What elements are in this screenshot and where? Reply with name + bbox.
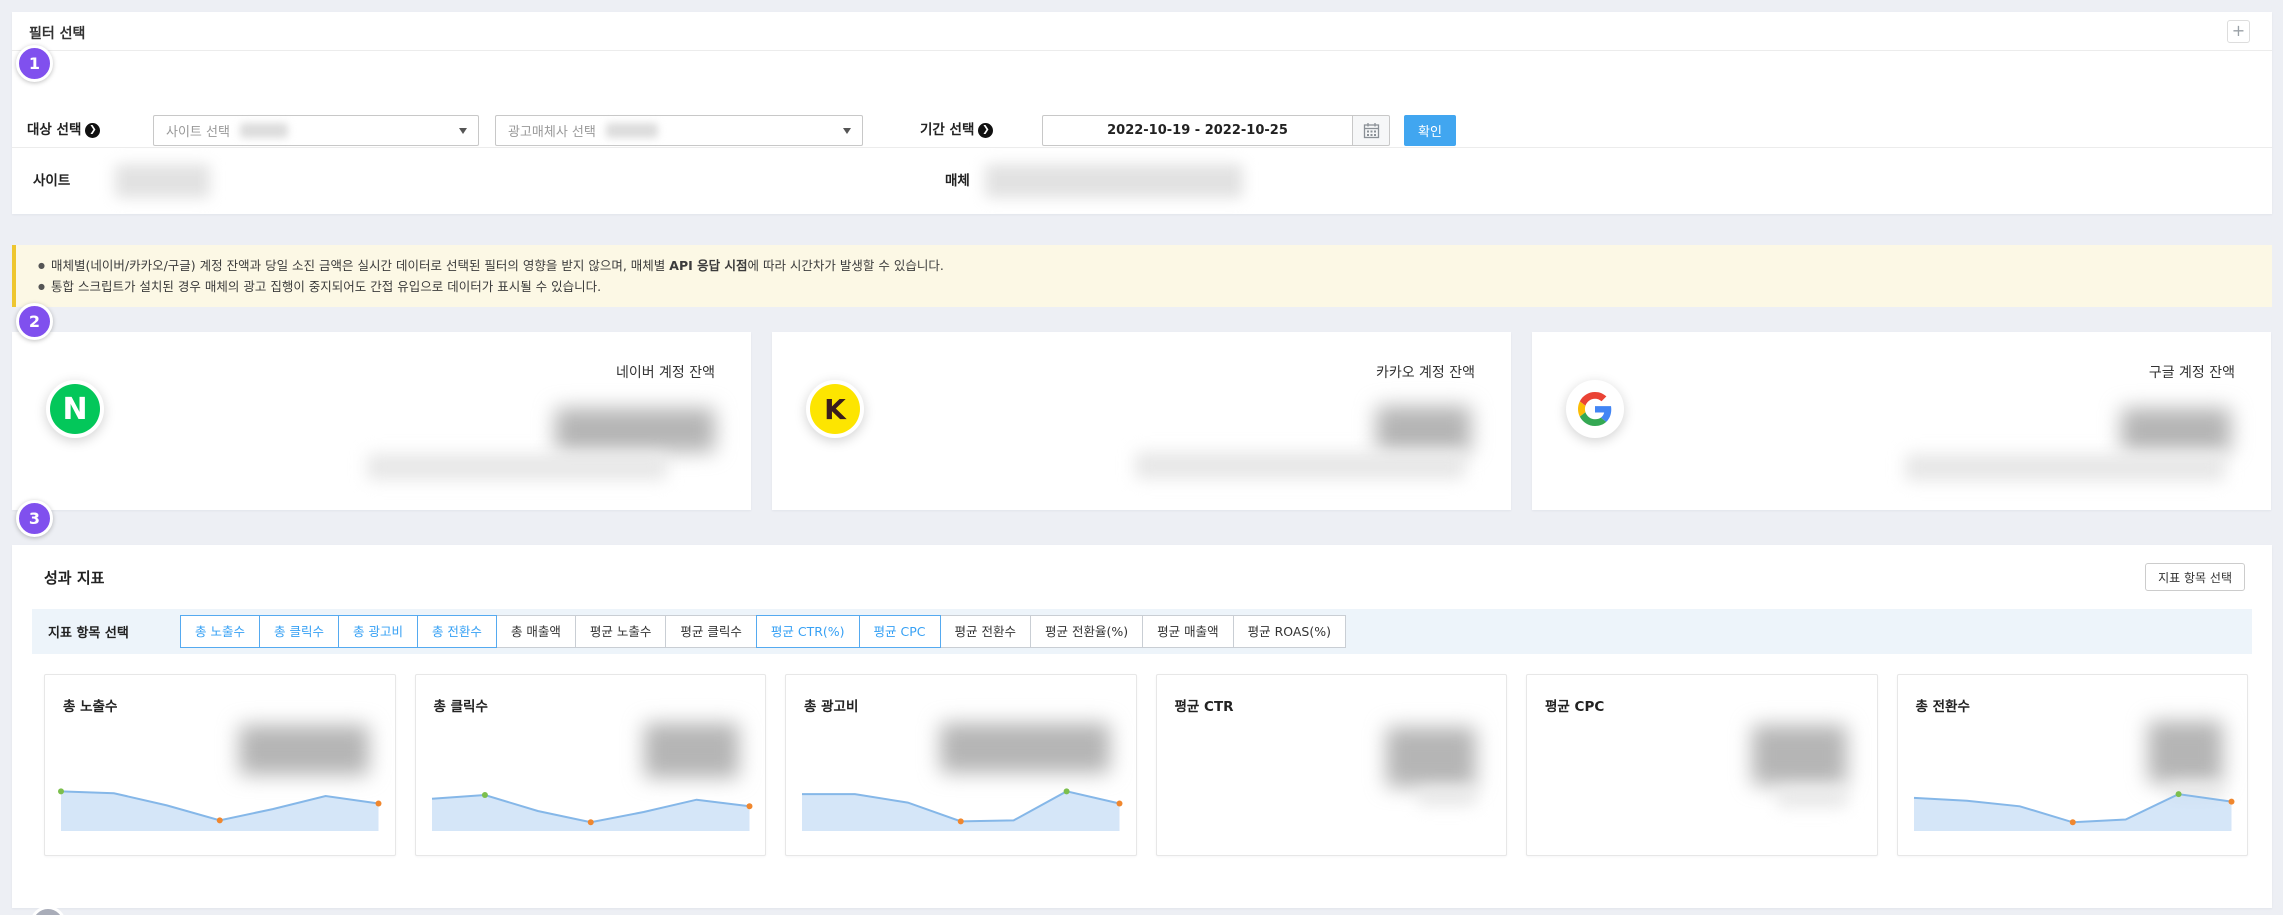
metric-chip-0[interactable]: 총 노출수 — [180, 615, 260, 648]
notice-line-1: ● 매체별(네이버/카카오/구글) 계정 잔액과 당일 소진 금액은 실시간 데이… — [38, 258, 944, 273]
calendar-icon — [1363, 123, 1379, 139]
ad-media-select-dropdown[interactable]: 광고매체사 선택 — [495, 115, 863, 146]
google-g-icon — [1578, 392, 1612, 426]
filter-panel: 필터 선택 + 대상 선택 ❯ 사이트 선택 광고매체사 선택 기간 선택 ❯ — [12, 12, 2272, 214]
sparkline-chart — [431, 775, 752, 833]
chevron-circle-icon: ❯ — [85, 123, 101, 138]
metric-chip-11[interactable]: 평균 매출액 — [1142, 615, 1234, 648]
step-1-badge: 1 — [16, 45, 53, 82]
filter-panel-title: 필터 선택 — [29, 26, 86, 42]
metric-card-row: 총 노출수 총 클릭수 총 광고비 평균 CTR 평균 CPC 총 전환수 — [44, 674, 2248, 856]
redacted-media-value — [605, 123, 658, 138]
filter-row-selects: 대상 선택 ❯ 사이트 선택 광고매체사 선택 기간 선택 ❯ 2022-10-… — [12, 51, 2272, 148]
period-select-label: 기간 선택 ❯ — [920, 115, 994, 146]
chevron-down-icon — [843, 128, 851, 134]
bullet-icon: ● — [38, 282, 45, 291]
redacted-metric-value — [939, 723, 1110, 773]
redacted-balance-detail — [367, 454, 667, 480]
metric-chips-label: 지표 항목 선택 — [48, 626, 129, 641]
metric-chip-8[interactable]: 평균 CPC — [858, 615, 941, 648]
site-label: 사이트 — [33, 173, 71, 189]
target-select-label: 대상 선택 ❯ — [27, 115, 101, 146]
sparkline-chart — [802, 775, 1123, 833]
redacted-metric-detail — [1776, 789, 1847, 807]
redacted-balance-amount — [1376, 406, 1471, 452]
confirm-button[interactable]: 확인 — [1404, 115, 1456, 146]
redacted-balance-amount — [555, 408, 715, 452]
metric-chip-strip: 지표 항목 선택 총 노출수 총 클릭수 총 광고비 총 전환수 총 매출액 평균 노출수… — [32, 609, 2252, 654]
naver-balance-title: 네이버 계정 잔액 — [615, 365, 715, 381]
naver-logo: N — [46, 380, 104, 438]
redacted-metric-value — [238, 725, 369, 775]
filter-row-selected: 사이트 매체 — [12, 148, 2272, 214]
metric-card-conversions: 총 전환수 — [1896, 674, 2248, 856]
metric-chip-5[interactable]: 평균 노출수 — [574, 615, 667, 648]
kakao-balance-card: K 카카오 계정 잔액 — [772, 332, 1511, 510]
bullet-icon: ● — [38, 261, 45, 270]
metric-chip-1[interactable]: 총 클릭수 — [258, 615, 339, 648]
filter-panel-header: 필터 선택 + — [12, 12, 2272, 51]
redacted-site-value — [239, 123, 288, 138]
metric-chip-9[interactable]: 평균 전환수 — [939, 615, 1031, 648]
metric-card-clicks: 총 클릭수 — [414, 674, 766, 856]
redacted-metric-detail — [1418, 789, 1476, 805]
redacted-balance-detail — [1905, 454, 2225, 481]
performance-panel: 성과 지표 지표 항목 선택 지표 항목 선택 총 노출수 총 클릭수 총 광고비 총… — [12, 545, 2272, 908]
metric-select-button[interactable]: 지표 항목 선택 — [2145, 563, 2245, 591]
kakao-logo: K — [806, 380, 864, 438]
redacted-metric-value — [1386, 727, 1476, 787]
metric-chip-2[interactable]: 총 광고비 — [337, 615, 418, 648]
redacted-metric-value — [644, 723, 739, 778]
google-balance-title: 구글 계정 잔액 — [2148, 365, 2235, 381]
metric-chip-group: 총 노출수 총 클릭수 총 광고비 총 전환수 총 매출액 평균 노출수 평균 클릭수 평균 … — [180, 615, 1346, 648]
site-select-placeholder: 사이트 선택 — [166, 125, 230, 140]
sparkline-chart — [58, 775, 382, 833]
calendar-button[interactable] — [1353, 115, 1390, 146]
site-select-dropdown[interactable]: 사이트 선택 — [153, 115, 479, 146]
sparkline-chart — [1913, 775, 2234, 833]
metric-chip-7[interactable]: 평균 CTR(%) — [755, 615, 860, 648]
notice-line-2: ● 통합 스크립트가 설치된 경우 매체의 광고 집행이 중지되어도 간접 유입으… — [38, 279, 602, 294]
naver-balance-card: N 네이버 계정 잔액 — [12, 332, 751, 510]
metric-chip-10[interactable]: 평균 전환율(%) — [1030, 615, 1144, 648]
metric-chip-3[interactable]: 총 전환수 — [416, 615, 497, 648]
redacted-site-name — [115, 164, 210, 198]
metric-card-impressions: 총 노출수 — [44, 674, 396, 856]
metric-card-avg-cpc: 평균 CPC — [1526, 674, 1878, 856]
kakao-balance-title: 카카오 계정 잔액 — [1375, 365, 1475, 381]
metric-chip-6[interactable]: 평균 클릭수 — [665, 615, 757, 648]
media-label: 매체 — [945, 173, 970, 189]
notice-banner: ● 매체별(네이버/카카오/구글) 계정 잔액과 당일 소진 금액은 실시간 데이… — [12, 245, 2272, 307]
redacted-balance-amount — [2121, 408, 2231, 452]
chevron-circle-icon: ❯ — [978, 123, 994, 138]
google-balance-card: 구글 계정 잔액 — [1532, 332, 2271, 510]
metric-chip-4[interactable]: 총 매출액 — [495, 615, 576, 648]
step-3-badge: 3 — [16, 500, 53, 537]
performance-title: 성과 지표 — [44, 569, 105, 587]
redacted-balance-detail — [1135, 452, 1465, 479]
expand-plus-button[interactable]: + — [2227, 20, 2250, 43]
metric-card-avg-ctr: 평균 CTR — [1155, 674, 1507, 856]
date-range-input[interactable]: 2022-10-19 - 2022-10-25 — [1042, 115, 1353, 146]
metric-card-ad-spend: 총 광고비 — [785, 674, 1137, 856]
chevron-down-icon — [459, 128, 467, 134]
metric-chip-12[interactable]: 평균 ROAS(%) — [1232, 615, 1346, 648]
redacted-media-names — [985, 164, 1243, 198]
redacted-metric-value — [2148, 721, 2223, 783]
redacted-metric-value — [1751, 725, 1847, 785]
dashboard-page: 1 2 3 필터 선택 + 대상 선택 ❯ 사이트 선택 광고매체사 선택 기간… — [0, 0, 2283, 915]
google-logo — [1566, 380, 1624, 438]
ad-media-select-placeholder: 광고매체사 선택 — [508, 125, 596, 140]
step-2-badge: 2 — [16, 303, 53, 340]
